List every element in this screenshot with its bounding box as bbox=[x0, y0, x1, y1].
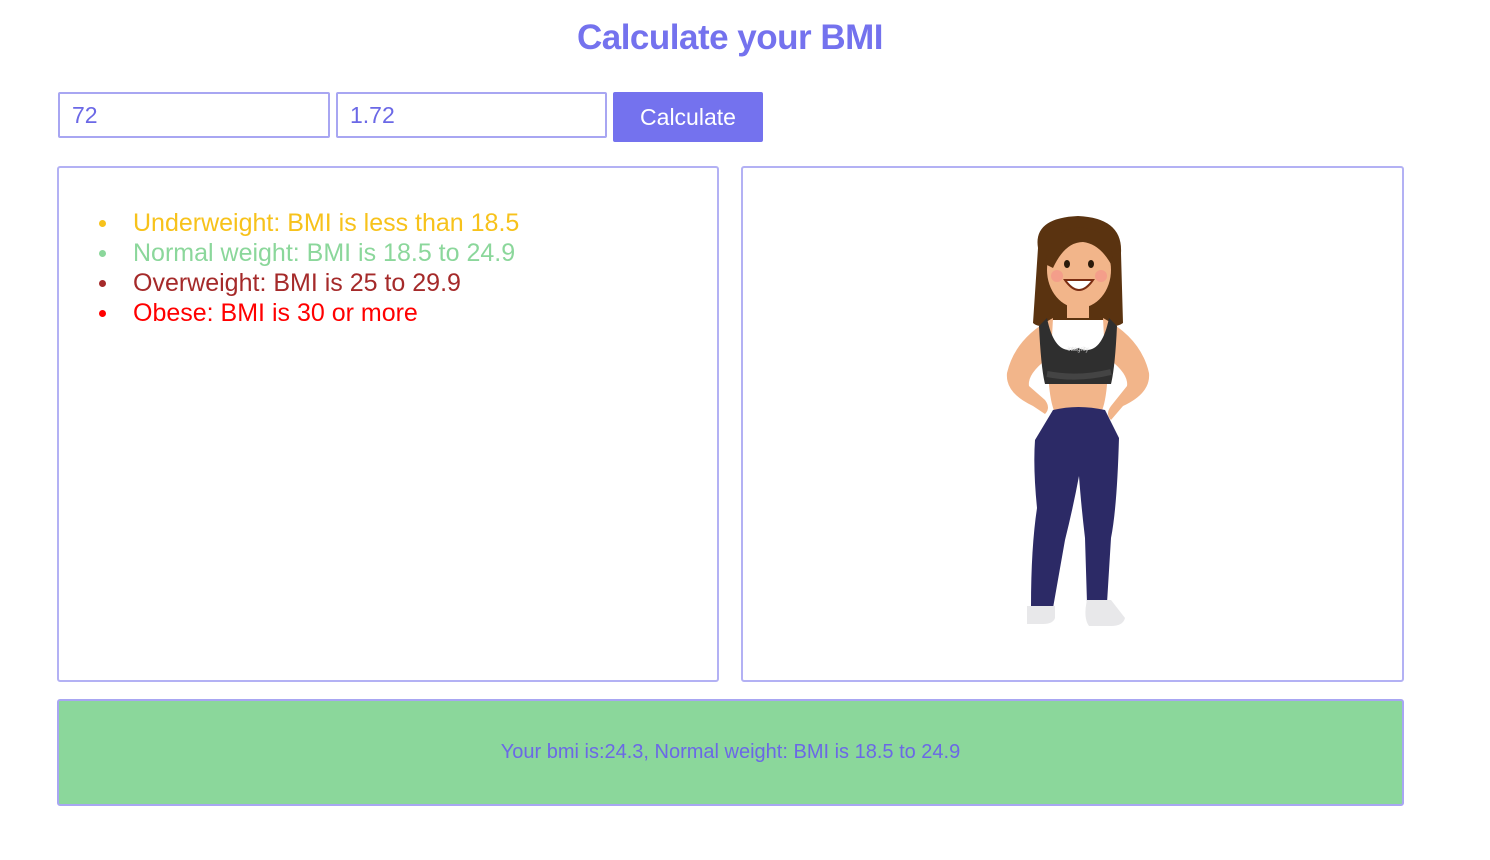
bullet-icon bbox=[99, 220, 106, 227]
bullet-icon bbox=[99, 280, 106, 287]
legend-label: Normal weight: BMI is 18.5 to 24.9 bbox=[133, 239, 516, 267]
legend-item-obese: Obese: BMI is 30 or more bbox=[97, 298, 519, 328]
bmi-result-banner: Your bmi is:24.3, Normal weight: BMI is … bbox=[57, 699, 1404, 806]
bullet-icon bbox=[99, 310, 106, 317]
shirt-logo-text: integrity bbox=[1067, 347, 1088, 353]
bmi-legend-list: Underweight: BMI is less than 18.5 Norma… bbox=[97, 208, 519, 328]
weight-input[interactable] bbox=[58, 92, 330, 138]
bullet-icon bbox=[99, 250, 106, 257]
legend-item-underweight: Underweight: BMI is less than 18.5 bbox=[97, 208, 519, 238]
legend-item-overweight: Overweight: BMI is 25 to 29.9 bbox=[97, 268, 519, 298]
bmi-result-text: Your bmi is:24.3, Normal weight: BMI is … bbox=[500, 741, 961, 763]
legend-label: Obese: BMI is 30 or more bbox=[133, 299, 418, 327]
legend-label: Underweight: BMI is less than 18.5 bbox=[133, 209, 520, 237]
page-title: Calculate your BMI bbox=[576, 18, 884, 57]
height-input[interactable] bbox=[336, 92, 607, 138]
woman-fitness-illustration-icon: integrity bbox=[1006, 216, 1150, 626]
figure-panel: integrity bbox=[741, 166, 1404, 682]
bmi-legend-panel: Underweight: BMI is less than 18.5 Norma… bbox=[57, 166, 719, 682]
legend-label: Overweight: BMI is 25 to 29.9 bbox=[133, 269, 461, 297]
legend-item-normal: Normal weight: BMI is 18.5 to 24.9 bbox=[97, 238, 519, 268]
calculate-button[interactable]: Calculate bbox=[613, 92, 763, 142]
